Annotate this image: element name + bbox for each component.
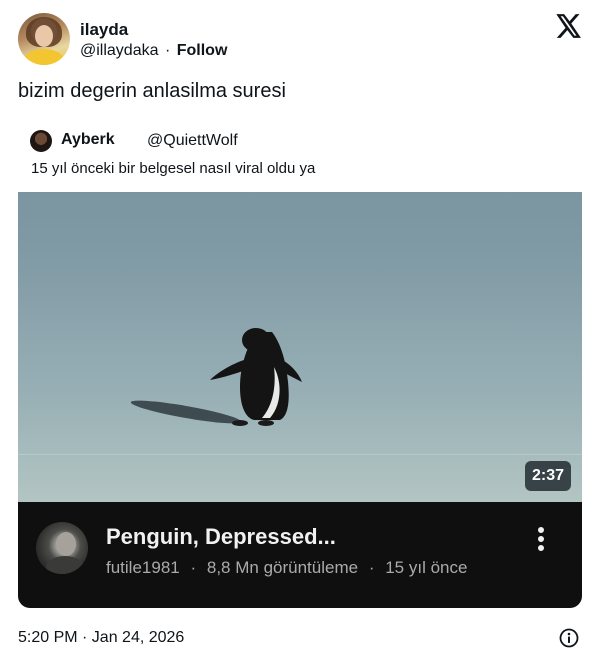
video-info-bar[interactable]: Penguin, Depressed... futile1981 · 8,8 M…	[18, 502, 582, 608]
author-avatar[interactable]	[18, 13, 70, 65]
author-handle[interactable]: @illaydaka	[80, 42, 159, 59]
follow-button[interactable]: Follow	[177, 42, 228, 59]
tweet-timestamp[interactable]: 5:20 PM · Jan 24, 2026	[18, 629, 184, 647]
channel-avatar[interactable]	[36, 522, 88, 574]
video-title[interactable]: Penguin, Depressed...	[106, 524, 336, 550]
x-logo-icon[interactable]	[556, 14, 582, 38]
meta-separator: ·	[368, 558, 375, 577]
quoted-author-name[interactable]: Ayberk	[61, 131, 115, 149]
video-thumbnail[interactable]	[18, 192, 582, 502]
avatar-shirt	[24, 49, 64, 65]
video-meta: futile1981 · 8,8 Mn görüntüleme · 15 yıl…	[106, 558, 467, 578]
author-handle-row: @illaydaka · Follow	[80, 42, 227, 60]
video-age: 15 yıl önce	[385, 558, 468, 577]
more-dot	[538, 536, 544, 542]
channel-avatar-body	[46, 556, 84, 574]
tweet-card: ilayda @illaydaka · Follow bizim degerin…	[0, 0, 600, 669]
quoted-author-avatar[interactable]	[30, 130, 52, 152]
meta-separator: ·	[190, 558, 197, 577]
tweet-text: bizim degerin anlasilma suresi	[18, 80, 286, 102]
more-vertical-icon[interactable]	[531, 524, 551, 554]
more-dot	[538, 527, 544, 533]
channel-name[interactable]: futile1981	[106, 558, 180, 577]
channel-avatar-head	[56, 532, 76, 556]
video-duration-badge: 2:37	[525, 461, 571, 491]
penguin-image	[130, 328, 302, 426]
more-dot	[538, 545, 544, 551]
quoted-author-handle[interactable]: @QuiettWolf	[147, 132, 238, 150]
quoted-tweet-text: 15 yıl önceki bir belgesel nasıl viral o…	[31, 160, 316, 177]
avatar-face	[35, 25, 53, 47]
view-count: 8,8 Mn görüntüleme	[206, 558, 359, 577]
handle-separator: ·	[164, 42, 171, 59]
info-icon[interactable]	[559, 628, 579, 648]
author-display-name[interactable]: ilayda	[80, 20, 128, 40]
